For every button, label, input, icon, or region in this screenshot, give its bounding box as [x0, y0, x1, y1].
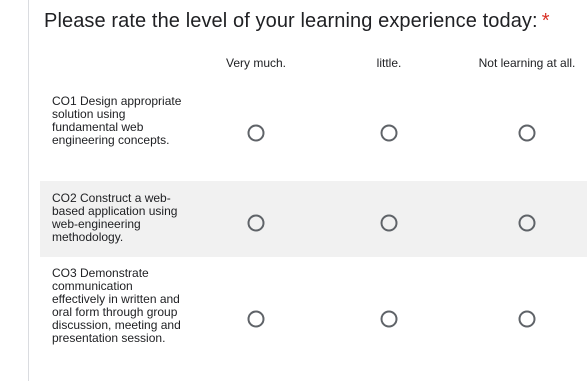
radio-co3-very-much[interactable]	[247, 310, 265, 328]
radio-co1-very-much[interactable]	[247, 124, 265, 142]
row-label-co2: CO2 Construct a web-based application us…	[52, 191, 178, 244]
row-label-co3: CO3 Demonstrate communication effectivel…	[52, 266, 181, 345]
question-title: Please rate the level of your learning e…	[44, 10, 550, 33]
column-header-not-learning: Not learning at all.	[478, 56, 576, 70]
grid-row-co1: CO1 Design appropriate solution using fu…	[40, 83, 587, 181]
question-text: Please rate the level of your learning e…	[44, 10, 538, 32]
card-left-border	[28, 0, 29, 381]
column-header-very-much: Very much.	[225, 56, 287, 70]
row-label-co1: CO1 Design appropriate solution using fu…	[52, 94, 182, 147]
radio-co3-not-learning[interactable]	[518, 310, 536, 328]
grid-header-row: Very much. little. Not learning at all.	[40, 49, 587, 83]
radio-co3-little[interactable]	[380, 310, 398, 328]
required-asterisk: *	[541, 10, 550, 32]
form-question-card: Please rate the level of your learning e…	[0, 0, 587, 381]
grid-row-co2: CO2 Construct a web-based application us…	[40, 181, 587, 257]
radio-co1-little[interactable]	[380, 124, 398, 142]
radio-co1-not-learning[interactable]	[518, 124, 536, 142]
rating-grid: Very much. little. Not learning at all. …	[40, 49, 587, 381]
radio-co2-little[interactable]	[380, 214, 398, 232]
column-header-little: little.	[376, 56, 402, 70]
radio-co2-not-learning[interactable]	[518, 214, 536, 232]
grid-row-co3: CO3 Demonstrate communication effectivel…	[40, 257, 587, 381]
radio-co2-very-much[interactable]	[247, 214, 265, 232]
